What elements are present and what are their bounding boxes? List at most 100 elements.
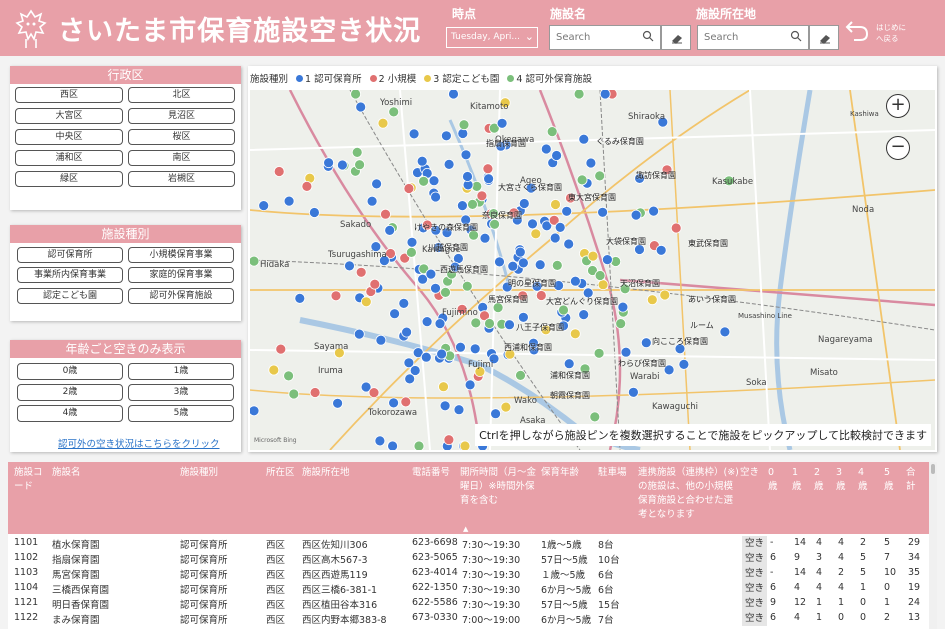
facility-pin[interactable] <box>377 117 389 129</box>
table-row[interactable]: 1104 三橋西保育園 認可保育所 西区 西区三橋6-381-1 622-1350 7:30… <box>8 581 937 596</box>
facility-pin[interactable] <box>403 183 415 194</box>
facility-pin[interactable] <box>421 316 433 328</box>
facility-pin[interactable] <box>517 257 529 269</box>
facility-pin[interactable] <box>476 190 488 202</box>
column-header-phone[interactable]: 電話番号 <box>412 466 450 480</box>
facility-pin[interactable] <box>309 387 321 398</box>
column-header-age5[interactable]: 5歳 <box>884 466 896 494</box>
facility-pin[interactable] <box>594 270 606 281</box>
facility-pin[interactable] <box>617 301 629 313</box>
facility-pin[interactable] <box>436 348 448 360</box>
facility-pin[interactable] <box>375 334 387 346</box>
facility-pin[interactable] <box>670 222 682 234</box>
column-header-total[interactable]: 合計 <box>906 466 920 494</box>
facility-pin[interactable] <box>440 286 451 298</box>
facility-pin[interactable] <box>418 175 430 187</box>
facility-pin[interactable] <box>371 178 382 190</box>
facility-pin[interactable] <box>551 150 563 161</box>
district-button[interactable]: 岩槻区 <box>128 171 235 187</box>
facility-pin[interactable] <box>301 181 313 192</box>
facility-pin[interactable] <box>535 290 547 301</box>
table-row[interactable]: 1121 明日香保育園 認可保育所 西区 西区植田谷本316 622-5586 7:30～1… <box>8 596 937 611</box>
facility-pin[interactable] <box>620 346 632 358</box>
facility-pin[interactable] <box>540 143 552 155</box>
table-row[interactable]: 1102 指扇保育園 認可保育所 西区 西区高木567-3 623-5065 7:30～19… <box>8 551 937 566</box>
facility-pin[interactable] <box>517 311 529 323</box>
facility-pin[interactable] <box>464 379 476 391</box>
facility-map[interactable]: Yoshimi Kitamoto Okegawa Ageo Shiraoka K… <box>250 90 935 450</box>
column-header-age4[interactable]: 4歳 <box>858 466 870 494</box>
facility-pin[interactable] <box>719 326 731 338</box>
column-header-partner[interactable]: 連携施設（連携枠）(※)の施設は、他の小規模保育施設と合わせた選考となります <box>638 466 740 522</box>
facility-pin[interactable] <box>678 358 690 370</box>
facility-pin[interactable] <box>648 205 660 217</box>
facility-pin[interactable] <box>351 147 363 158</box>
table-scrollbar[interactable] <box>929 462 937 629</box>
facility-pin[interactable] <box>401 326 413 338</box>
age-2-button[interactable]: 2歳 <box>17 384 123 401</box>
facility-pin[interactable] <box>430 282 441 294</box>
facility-pin[interactable] <box>258 200 270 211</box>
facility-pin[interactable] <box>366 195 378 207</box>
facility-pin[interactable] <box>354 159 365 171</box>
facility-pin[interactable] <box>507 260 519 272</box>
district-button[interactable]: 緑区 <box>15 171 123 187</box>
facility-pin[interactable] <box>406 236 418 248</box>
district-button[interactable]: 南区 <box>128 150 235 166</box>
address-search-input[interactable]: Search <box>697 25 809 50</box>
facility-pin[interactable] <box>250 405 260 417</box>
facility-pin[interactable] <box>323 157 334 169</box>
facility-pin[interactable] <box>518 198 530 209</box>
facility-pin[interactable] <box>275 343 287 355</box>
facility-type-button[interactable]: 家庭的保育事業 <box>128 267 234 283</box>
facility-type-button[interactable]: 認可保育所 <box>17 247 123 263</box>
facility-pin[interactable] <box>482 163 494 175</box>
facility-pin[interactable] <box>578 133 590 145</box>
facility-pin[interactable] <box>504 319 515 331</box>
facility-search-input[interactable]: Search <box>549 25 661 50</box>
facility-pin[interactable] <box>534 259 546 271</box>
column-header-address[interactable]: 施設所在地 <box>302 466 350 480</box>
facility-pin[interactable] <box>428 175 440 187</box>
facility-pin[interactable] <box>355 266 367 278</box>
facility-pin[interactable] <box>569 275 581 287</box>
facility-type-button[interactable]: 小規模保育事業 <box>128 247 234 263</box>
district-button[interactable]: 見沼区 <box>128 108 235 124</box>
table-row[interactable]: 1103 馬宮保育園 認可保育所 西区 西区西遊馬119 623-4014 7:30～19:… <box>8 566 937 581</box>
facility-pin[interactable] <box>594 170 606 182</box>
facility-pin[interactable] <box>440 130 452 142</box>
facility-clear-button[interactable] <box>661 25 691 50</box>
district-button[interactable]: 北区 <box>128 87 235 103</box>
facility-pin[interactable] <box>425 268 437 280</box>
facility-pin[interactable] <box>554 221 566 233</box>
facility-pin[interactable] <box>408 128 420 140</box>
zoom-out-button[interactable]: − <box>886 136 910 160</box>
facility-type-button[interactable]: 事業所内保育事業 <box>17 267 123 283</box>
facility-pin[interactable] <box>627 386 639 398</box>
facility-pin[interactable] <box>500 401 512 413</box>
facility-type-button[interactable]: 認定こども園 <box>17 288 123 304</box>
facility-pin[interactable] <box>587 250 599 262</box>
facility-pin[interactable] <box>288 388 300 400</box>
table-row[interactable]: 1101 植水保育園 認可保育所 西区 西区佐知川306 623-6698 7:30～19:… <box>8 536 937 551</box>
facility-pin[interactable] <box>416 155 428 167</box>
facility-pin[interactable] <box>646 294 658 306</box>
facility-pin[interactable] <box>369 278 381 290</box>
facility-pin[interactable] <box>337 159 348 171</box>
facility-pin[interactable] <box>461 280 473 292</box>
facility-pin[interactable] <box>550 199 561 210</box>
facility-pin[interactable] <box>597 279 609 291</box>
facility-pin[interactable] <box>630 209 642 221</box>
facility-pin[interactable] <box>576 174 588 186</box>
facility-pin[interactable] <box>456 200 468 211</box>
facility-pin[interactable] <box>467 199 478 210</box>
column-header-ward[interactable]: 所在区 <box>266 466 295 480</box>
facility-pin[interactable] <box>387 440 398 450</box>
facility-pin[interactable] <box>400 396 412 408</box>
age-3-button[interactable]: 3歳 <box>128 384 234 401</box>
unlicensed-vacancy-link[interactable]: 認可外の空き状況はこちらをクリック <box>58 436 220 450</box>
column-header-parking[interactable]: 駐車場 <box>598 466 627 480</box>
facility-pin[interactable] <box>283 370 294 382</box>
facility-pin[interactable] <box>589 411 601 423</box>
facility-pin[interactable] <box>388 106 400 118</box>
